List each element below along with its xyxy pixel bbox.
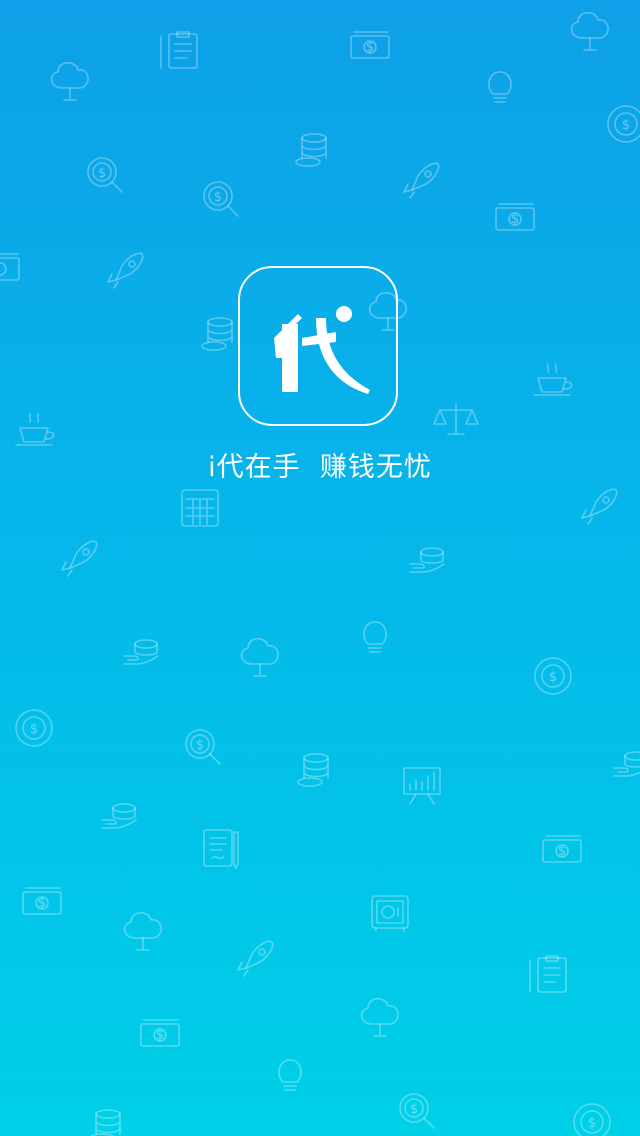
dollar-sign: $ (214, 190, 222, 205)
dollar-sign: $ (558, 844, 566, 859)
safe-icon (371, 895, 409, 932)
dollar-sign: $ (30, 722, 38, 737)
rocket-icon (581, 488, 618, 525)
coin-stack-icon (297, 753, 329, 787)
clipboard-icon (529, 955, 567, 993)
growth-chart-icon (403, 767, 441, 805)
coffee-cup-icon (15, 413, 55, 446)
lightbulb-icon (278, 1059, 302, 1091)
dai-character-logo-icon (274, 306, 370, 394)
dollar-sign: $ (366, 40, 374, 55)
contract-icon (203, 829, 239, 869)
rocket-icon (61, 540, 98, 577)
coin-hand-icon (613, 751, 640, 777)
lightbulb-icon (488, 71, 512, 103)
calculator-icon (181, 489, 219, 527)
money-tree-icon (240, 637, 279, 677)
money-tree-icon (123, 911, 162, 951)
money-tree-icon (570, 11, 609, 51)
dollar-sign: $ (156, 1028, 164, 1043)
app-logo (238, 266, 398, 426)
background-pattern: $ $ $ $ $ $ $ $ $ $ $ $ $ (0, 11, 640, 1136)
dollar-sign: $ (98, 166, 106, 181)
dollar-sign: $ (196, 738, 204, 753)
coffee-cup-icon (533, 363, 573, 396)
money-tree-icon (360, 997, 399, 1037)
money-tree-icon (50, 61, 89, 101)
dollar-sign: $ (622, 118, 630, 133)
coin-hand-icon (123, 639, 159, 665)
dollar-sign: $ (588, 1116, 596, 1131)
dollar-sign: $ (410, 1102, 418, 1117)
dollar-sign: $ (511, 212, 519, 227)
coin-hand-icon (409, 547, 445, 573)
coin-stack-icon (295, 133, 327, 167)
coin-stack-icon (201, 317, 233, 351)
slogan-text: i代在手 赚钱无忧 (208, 452, 432, 483)
banknote-icon (0, 253, 20, 281)
rocket-icon (403, 162, 440, 199)
coin-stack-icon (89, 1109, 121, 1136)
rocket-icon (107, 252, 144, 289)
rocket-icon (237, 940, 274, 977)
clipboard-icon (160, 31, 198, 69)
lightbulb-icon (363, 621, 387, 653)
dollar-sign: $ (549, 670, 557, 685)
dollar-sign: $ (38, 896, 46, 911)
coin-hand-icon (101, 803, 137, 829)
balance-scale-icon (433, 403, 479, 435)
